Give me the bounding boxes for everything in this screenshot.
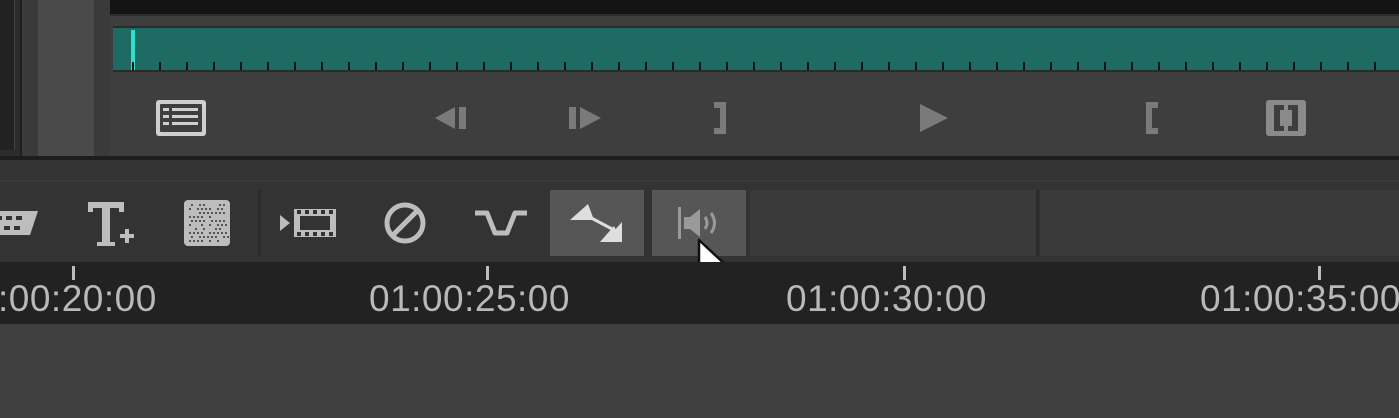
- disable-icon[interactable]: [358, 190, 452, 256]
- mark-out-icon[interactable]: [706, 98, 736, 138]
- transition-curve-icon[interactable]: [454, 190, 548, 256]
- mark-in-icon[interactable]: [1136, 98, 1166, 138]
- clip-list-icon[interactable]: [152, 98, 210, 138]
- scrubber-ticks: [113, 62, 1399, 70]
- timecode-label: :00:20:00: [0, 278, 157, 320]
- panel-gap: [0, 160, 1399, 180]
- left-side-strip: [38, 0, 94, 158]
- timeline-track-area[interactable]: [0, 324, 1399, 418]
- timecode-label: 01:00:25:00: [369, 278, 570, 320]
- timecode-label: 01:00:35:00: [1200, 278, 1399, 320]
- viewer-frame-bottom: [110, 0, 1399, 14]
- transport-controls: [110, 84, 1399, 154]
- texture-icon[interactable]: [160, 190, 254, 256]
- toolbar-separator: [258, 190, 261, 256]
- left-panel-inner: [0, 0, 15, 150]
- step-back-icon[interactable]: [428, 98, 474, 138]
- text-add-icon[interactable]: [64, 190, 158, 256]
- toolbar-empty-slot: [750, 190, 1036, 256]
- timecode-label: 01:00:30:00: [786, 278, 987, 320]
- trim-tool-icon[interactable]: [0, 190, 44, 256]
- timeline-ruler[interactable]: :00:20:00 01:00:25:00 01:00:30:00 01:00:…: [0, 262, 1399, 324]
- play-icon[interactable]: [914, 98, 954, 138]
- step-forward-icon[interactable]: [562, 98, 608, 138]
- keyframe-triangles-icon[interactable]: [550, 190, 644, 256]
- match-frame-icon[interactable]: [1262, 98, 1310, 138]
- toolbar-empty-slot: [1040, 190, 1399, 256]
- viewer-divider: [110, 14, 1399, 16]
- viewer-scrubber-bar[interactable]: [113, 26, 1399, 72]
- insert-clip-icon[interactable]: [262, 190, 356, 256]
- toolbar-separator: [1036, 190, 1039, 256]
